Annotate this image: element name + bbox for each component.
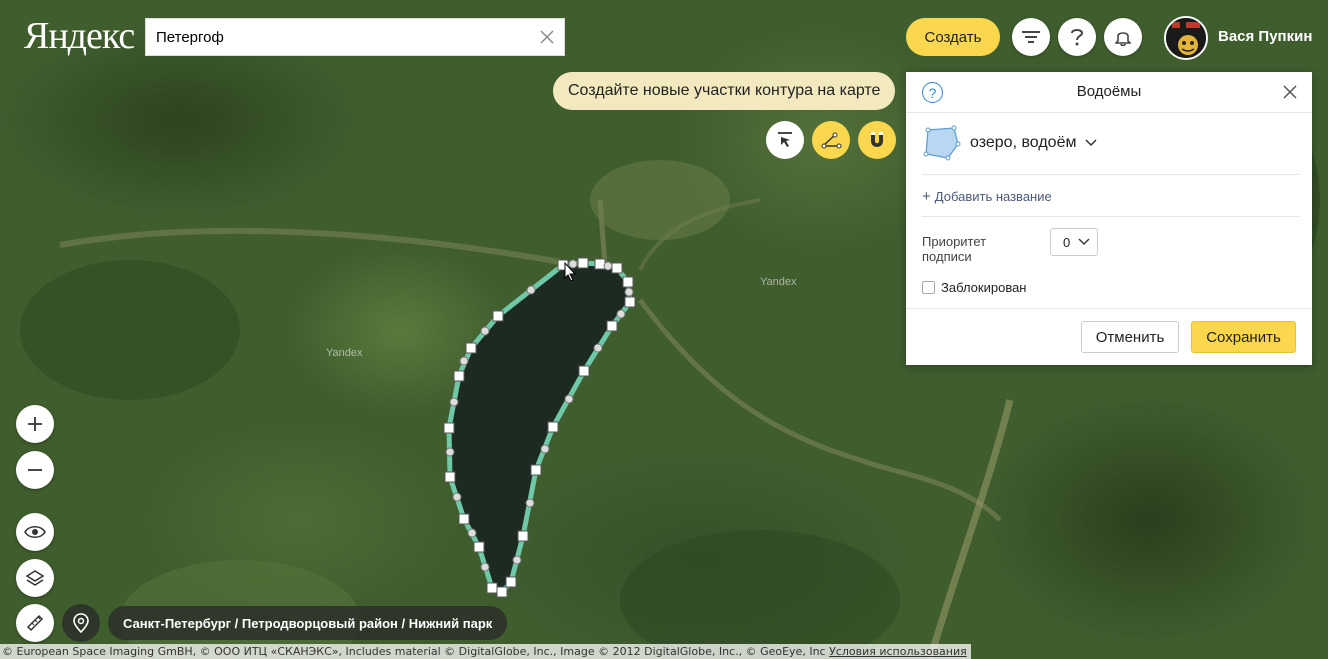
save-button[interactable]: Сохранить (1191, 321, 1296, 353)
checkbox-box[interactable] (922, 281, 935, 294)
search-input[interactable] (146, 19, 526, 55)
label-priority-value: 0 (1063, 234, 1071, 250)
location-breadcrumb[interactable]: Санкт-Петербург / Петродворцовый район /… (108, 606, 508, 640)
chevron-down-icon (1078, 238, 1090, 245)
magnet-icon (871, 132, 883, 147)
divider (906, 112, 1312, 113)
divider (906, 308, 1312, 309)
object-type-label: озеро, водоём (970, 134, 1077, 151)
chevron-down-icon (1085, 139, 1097, 147)
plus-icon: + (922, 188, 931, 205)
locked-label: Заблокирован (941, 280, 1027, 295)
layers-icon (25, 570, 45, 586)
locked-checkbox[interactable]: Заблокирован (922, 280, 1026, 295)
question-icon (1071, 29, 1084, 46)
minus-icon (28, 469, 42, 471)
object-edit-panel: ? Водоёмы озеро, водоём + Добавить назван… (906, 72, 1312, 365)
help-button[interactable] (1058, 18, 1096, 56)
avatar-image (1166, 18, 1206, 58)
user-name[interactable]: Вася Пупкин (1218, 28, 1312, 45)
avatar[interactable] (1164, 16, 1208, 60)
object-type-selector[interactable]: озеро, водоём (922, 124, 1098, 162)
location-pin-icon (73, 613, 89, 633)
view-mode-button[interactable] (16, 513, 54, 551)
select-tool-button[interactable] (766, 121, 804, 159)
cancel-button[interactable]: Отменить (1081, 321, 1179, 353)
polygon-water-icon (923, 125, 961, 161)
divider (922, 174, 1300, 175)
snap-magnet-tool-button[interactable] (858, 121, 896, 159)
clear-search-icon[interactable] (538, 28, 556, 46)
draw-segment-icon (821, 132, 842, 149)
label-priority-select[interactable]: 0 (1050, 228, 1098, 256)
ruler-button[interactable] (16, 604, 54, 642)
plus-icon (28, 417, 42, 431)
panel-title: Водоёмы (1076, 83, 1142, 100)
divider (922, 216, 1300, 217)
eye-icon (24, 526, 46, 538)
add-name-label: Добавить название (934, 189, 1052, 204)
location-button[interactable] (62, 604, 100, 642)
close-icon[interactable] (1282, 84, 1298, 100)
draw-contour-tool-button[interactable] (812, 121, 850, 159)
filter-icon (1022, 31, 1040, 43)
add-name-link[interactable]: + Добавить название (922, 188, 1052, 205)
layers-button[interactable] (16, 559, 54, 597)
notifications-button[interactable] (1104, 18, 1142, 56)
map-watermark: Yandex (326, 347, 363, 359)
zoom-out-button[interactable] (16, 451, 54, 489)
zoom-in-button[interactable] (16, 405, 54, 443)
edit-hint-tooltip: Создайте новые участки контура на карте (553, 72, 896, 110)
search-box (145, 18, 565, 56)
map-watermark: Yandex (760, 276, 797, 288)
bell-icon (1115, 32, 1131, 46)
filter-button[interactable] (1012, 18, 1050, 56)
label-priority-caption: Приоритет подписи (922, 234, 987, 264)
map-copyright: © European Space Imaging GmBH, © ООО ИТЦ… (0, 644, 971, 659)
yandex-logo[interactable]: Яндекс (24, 14, 135, 58)
cursor-tool-icon (778, 132, 792, 147)
create-button[interactable]: Создать (906, 18, 1000, 56)
terms-of-use-link[interactable]: Условия использования (829, 645, 967, 658)
copyright-text: © European Space Imaging GmBH, © ООО ИТЦ… (2, 645, 826, 658)
ruler-icon (26, 614, 44, 632)
